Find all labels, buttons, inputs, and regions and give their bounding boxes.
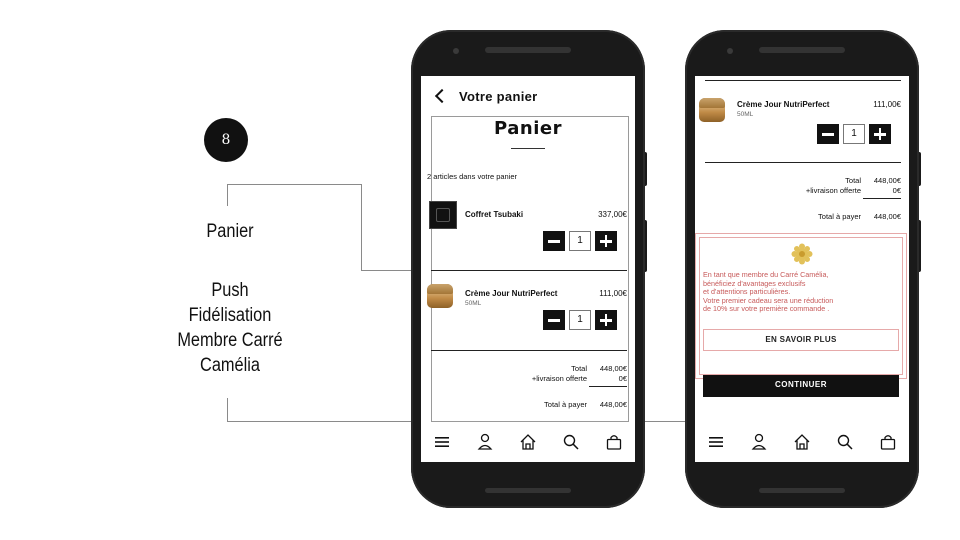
pay-value: 448,00€	[873, 212, 901, 221]
shipping-value: 0€	[618, 374, 627, 383]
totals-divider	[431, 350, 627, 351]
shipping-value: 0€	[892, 186, 901, 195]
quantity-value[interactable]: 1	[843, 124, 865, 144]
decrease-quantity-button[interactable]	[543, 231, 565, 251]
phone-bottom-bar	[485, 488, 571, 493]
back-arrow-icon[interactable]	[434, 88, 450, 104]
phone-right-screen: Crème Jour NutriPerfect 50ML 111,00€ 1 T…	[695, 76, 909, 462]
bottom-nav	[421, 428, 635, 456]
pay-value: 448,00€	[599, 400, 627, 409]
learn-more-button[interactable]: EN SAVOIR PLUS	[703, 329, 899, 351]
item-price: 111,00€	[873, 100, 901, 109]
increase-quantity-button[interactable]	[595, 310, 617, 330]
phone-left-screen: Votre panier Panier 2 articles dans votr…	[421, 76, 635, 462]
phone-camera	[727, 48, 733, 54]
product-thumbnail-creme[interactable]	[427, 284, 453, 308]
cart-header-title: Votre panier	[459, 88, 538, 104]
annotation-push-label: Push Fidélisation Membre Carré Camélia	[161, 278, 299, 378]
pay-label: Total à payer	[544, 400, 587, 409]
quantity-stepper: 1	[543, 231, 617, 251]
page-title: Panier	[494, 118, 562, 139]
quantity-stepper: 1	[817, 124, 891, 144]
item-name[interactable]: Coffret Tsubaki	[465, 210, 523, 219]
account-icon[interactable]	[749, 432, 769, 452]
menu-icon[interactable]	[706, 432, 726, 452]
article-count: 2 articles dans votre panier	[427, 172, 518, 181]
phone-speaker	[485, 47, 571, 53]
annotation-panier-label: Panier	[206, 221, 254, 242]
annotation-push-line: Fidélisation	[188, 305, 272, 326]
increase-quantity-button[interactable]	[595, 231, 617, 251]
promo-line: de 10% sur votre première commande .	[703, 304, 830, 314]
total-value: 448,00€	[599, 364, 627, 373]
bottom-nav	[695, 428, 909, 456]
shipping-label: +livraison offerte	[531, 374, 587, 383]
quantity-value[interactable]: 1	[569, 310, 591, 330]
increase-quantity-button[interactable]	[869, 124, 891, 144]
phone-camera	[453, 48, 459, 54]
total-label: Total	[571, 364, 587, 373]
search-icon[interactable]	[835, 432, 855, 452]
item-size: 50ML	[465, 300, 482, 307]
item-price: 111,00€	[599, 289, 627, 298]
product-thumbnail-coffret[interactable]	[429, 201, 457, 229]
annotation-push-line: Camélia	[200, 355, 260, 376]
product-thumbnail-creme[interactable]	[699, 98, 725, 122]
phone-bottom-bar	[759, 488, 845, 493]
cart-selection-frame	[431, 116, 629, 422]
quantity-value[interactable]: 1	[569, 231, 591, 251]
continue-button[interactable]: CONTINUER	[703, 375, 899, 397]
total-value: 448,00€	[873, 176, 901, 185]
shipping-underline	[863, 198, 901, 199]
cart-header: Votre panier	[421, 76, 635, 116]
item-name[interactable]: Crème Jour NutriPerfect	[465, 289, 557, 298]
quantity-stepper: 1	[543, 310, 617, 330]
bag-icon[interactable]	[878, 432, 898, 452]
connector-panier-vertical	[361, 184, 362, 270]
loyalty-push-message: En tant que membre du Carré Camélia, bén…	[703, 270, 903, 314]
decrease-quantity-button[interactable]	[543, 310, 565, 330]
step-number-badge: 8	[204, 118, 248, 162]
item-price: 337,00€	[598, 210, 627, 219]
menu-icon[interactable]	[432, 432, 452, 452]
shipping-underline	[589, 386, 627, 387]
shipping-label: +livraison offerte	[805, 186, 861, 195]
bag-icon[interactable]	[604, 432, 624, 452]
item-size: 50ML	[737, 111, 754, 118]
annotation-push-line: Push	[211, 280, 249, 301]
pay-label: Total à payer	[818, 212, 861, 221]
phone-right: Crème Jour NutriPerfect 50ML 111,00€ 1 T…	[685, 30, 919, 508]
connector-panier	[227, 184, 361, 206]
totals-divider	[705, 162, 901, 163]
account-icon[interactable]	[475, 432, 495, 452]
annotation-push-line: Membre Carré	[177, 330, 283, 351]
item-name[interactable]: Crème Jour NutriPerfect	[737, 100, 829, 109]
phone-speaker	[759, 47, 845, 53]
top-divider	[705, 80, 901, 81]
title-underline	[511, 148, 545, 149]
search-icon[interactable]	[561, 432, 581, 452]
item-divider	[431, 270, 627, 271]
camelia-flower-icon	[791, 243, 813, 265]
home-icon[interactable]	[518, 432, 538, 452]
total-label: Total	[845, 176, 861, 185]
phone-left: Votre panier Panier 2 articles dans votr…	[411, 30, 645, 508]
home-icon[interactable]	[792, 432, 812, 452]
connector-push-vertical	[227, 398, 228, 421]
decrease-quantity-button[interactable]	[817, 124, 839, 144]
